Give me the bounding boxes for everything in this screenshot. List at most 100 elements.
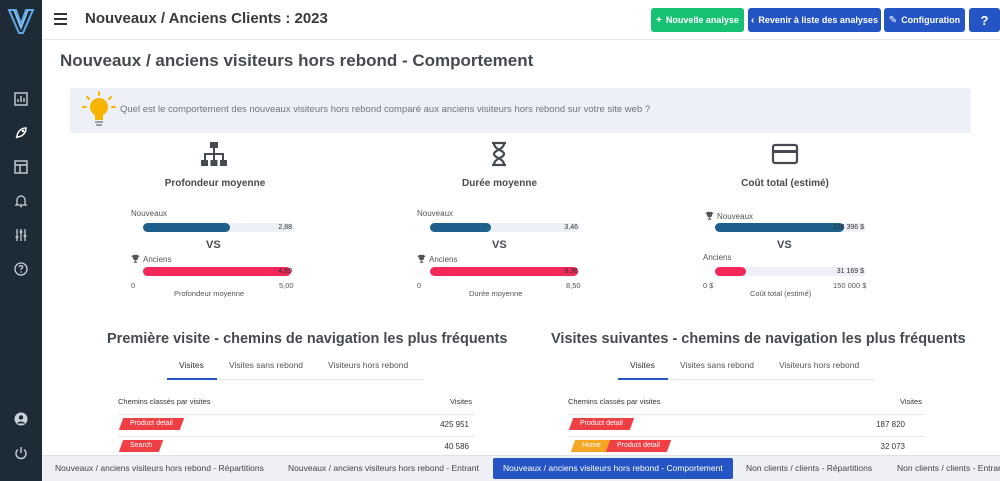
bottom-tab-repartitions[interactable]: Nouveaux / anciens visiteurs hors rebond… <box>55 463 264 473</box>
metric-title: Profondeur moyenne <box>164 178 266 189</box>
new-label: Nouveaux <box>131 209 168 218</box>
sitemap-icon <box>200 140 228 168</box>
column-visits: Visites <box>450 397 472 406</box>
bell-icon[interactable] <box>13 193 29 209</box>
bottom-tab-comportement[interactable]: Nouveaux / anciens visiteurs hors rebond… <box>493 458 733 479</box>
tab-visits[interactable]: Visites <box>179 360 204 370</box>
bottom-tab-clients-entrant[interactable]: Non clients / clients - Entrant <box>897 463 1000 473</box>
configuration-button[interactable]: ✎ Configuration <box>884 8 965 32</box>
tab-visits-no-bounce[interactable]: Visites sans rebond <box>229 360 303 370</box>
new-value: 2,88 <box>278 224 292 231</box>
vs-label: VS <box>492 239 507 251</box>
top-header: Nouveaux / Anciens Clients : 2023 + Nouve… <box>42 0 1000 40</box>
next-visits-paths-title: Visites suivantes - chemins de navigatio… <box>551 331 966 347</box>
old-label: Anciens <box>417 254 457 264</box>
old-bar-fill <box>143 267 291 276</box>
path-step-chip: Search <box>118 440 164 452</box>
active-tab-indicator <box>618 378 668 380</box>
chart-icon[interactable] <box>13 91 29 107</box>
row-visits: 32 073 <box>880 442 905 451</box>
axis-min: 0 <box>131 281 136 290</box>
new-bar: 2,88 <box>143 223 294 232</box>
user-icon[interactable] <box>13 411 29 427</box>
new-bar: 3,46 <box>430 223 580 232</box>
tab-visitors-no-bounce[interactable]: Visiteurs hors rebond <box>779 360 859 370</box>
old-label: Anciens <box>131 254 171 264</box>
tab-visits[interactable]: Visites <box>630 360 655 370</box>
vs-label: VS <box>206 239 221 251</box>
credit-card-icon <box>771 140 799 168</box>
sidebar <box>0 0 42 481</box>
tab-visitors-no-bounce[interactable]: Visiteurs hors rebond <box>328 360 408 370</box>
column-visits: Visites <box>900 397 922 406</box>
help-circle-icon[interactable] <box>13 261 29 277</box>
row-visits: 40 586 <box>444 442 469 451</box>
first-visit-tabs: Visites Visites sans rebond Visiteurs ho… <box>167 356 424 380</box>
axis-label: Durée moyenne <box>469 289 523 298</box>
vs-label: VS <box>777 239 792 251</box>
axis-min: 0 <box>417 281 422 290</box>
axis-max: 5,00 <box>279 281 294 290</box>
table-row[interactable]: Product detail 425 951 <box>118 414 475 432</box>
new-value: 3,46 <box>564 224 578 231</box>
pencil-icon: ✎ <box>888 14 898 26</box>
axis-label: Profondeur moyenne <box>174 289 245 298</box>
plus-icon: + <box>656 14 662 26</box>
metric-depth: Profondeur moyenne Nouveaux 2,88 VS Anci… <box>131 140 421 305</box>
table-row[interactable]: Product detail 187 820 <box>568 414 925 432</box>
new-label: Nouveaux <box>705 211 753 221</box>
column-path: Chemins classés par visites <box>568 397 661 406</box>
bottom-tab-entrant[interactable]: Nouveaux / anciens visiteurs hors rebond… <box>288 463 479 473</box>
section-title: Nouveaux / anciens visiteurs hors rebond… <box>60 51 534 70</box>
new-bar-fill <box>430 223 492 232</box>
new-bar: 128 396 $ <box>715 223 866 232</box>
rocket-icon[interactable] <box>13 125 29 141</box>
old-bar-fill <box>715 267 747 276</box>
metric-duration: Durée moyenne Nouveaux 3,46 VS Anciens 8… <box>417 140 707 305</box>
metric-title: Durée moyenne <box>461 178 538 189</box>
old-value: 31 169 $ <box>836 268 864 275</box>
page-title: Nouveaux / Anciens Clients : 2023 <box>85 10 328 27</box>
column-path: Chemins classés par visites <box>118 397 211 406</box>
trophy-icon <box>417 254 426 263</box>
axis-max: 8,50 <box>566 281 581 290</box>
power-icon[interactable] <box>13 445 29 461</box>
question-text: Quel est le comportement des nouveaux vi… <box>120 104 651 115</box>
active-tab-indicator <box>167 378 217 380</box>
path-step-chip: Product detail <box>568 418 634 430</box>
next-visits-tabs: Visites Visites sans rebond Visiteurs ho… <box>618 356 875 380</box>
trophy-icon <box>705 211 714 220</box>
old-bar: 4,89 <box>143 267 294 276</box>
bottom-tab-bar: Nouveaux / anciens visiteurs hors rebond… <box>42 455 1000 481</box>
new-bar-fill <box>143 223 230 232</box>
bottom-tab-clients-repartitions[interactable]: Non clients / clients - Répartitions <box>746 463 872 473</box>
axis-label: Coût total (estimé) <box>750 289 812 298</box>
old-label: Anciens <box>703 253 732 262</box>
old-bar: 31 169 $ <box>715 267 866 276</box>
old-value: 4,89 <box>278 268 292 275</box>
logo-icon[interactable] <box>6 6 36 36</box>
metric-title: Coût total (estimé) <box>741 178 829 189</box>
first-visit-paths-title: Première visite - chemins de navigation … <box>107 331 508 347</box>
axis-max: 150 000 $ <box>833 281 867 290</box>
layout-icon[interactable] <box>13 159 29 175</box>
table-row[interactable]: Home Product detail 32 073 <box>568 436 925 454</box>
path-step-chip: Product detail <box>605 440 671 452</box>
chevron-left-icon: ‹ <box>751 14 755 26</box>
old-value: 8,36 <box>564 268 578 275</box>
menu-icon[interactable] <box>54 13 67 25</box>
old-bar: 8,36 <box>430 267 580 276</box>
question-box: Quel est le comportement des nouveaux vi… <box>70 88 971 133</box>
new-label: Nouveaux <box>417 209 454 218</box>
sliders-icon[interactable] <box>13 227 29 243</box>
table-row[interactable]: Search 40 586 <box>118 436 475 454</box>
metric-cost: Coût total (estimé) Nouveaux 128 396 $ V… <box>703 140 993 305</box>
axis-min: 0 $ <box>703 281 714 290</box>
old-bar-fill <box>430 267 578 276</box>
new-analysis-button[interactable]: + Nouvelle analyse <box>651 8 744 32</box>
help-button[interactable]: ? <box>969 8 1000 32</box>
tab-visits-no-bounce[interactable]: Visites sans rebond <box>680 360 754 370</box>
back-to-list-button[interactable]: ‹ Revenir à liste des analyses <box>748 8 881 32</box>
path-step-chip: Product detail <box>118 418 184 430</box>
new-bar-fill <box>715 223 845 232</box>
